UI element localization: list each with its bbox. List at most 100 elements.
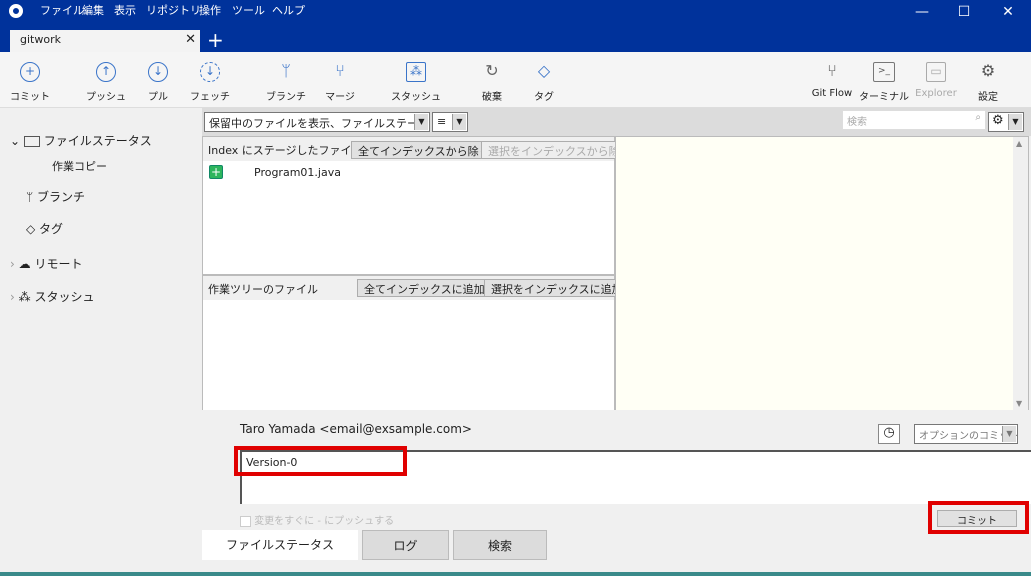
sourcetree-logo-icon	[9, 4, 23, 18]
working-title: 作業ツリーのファイル	[208, 283, 318, 296]
commit-button[interactable]: + コミット	[0, 62, 60, 103]
unstage-all-button[interactable]: 全てインデックスから除く	[351, 141, 497, 159]
menu-tools[interactable]: ツール	[232, 2, 265, 18]
working-files-pane: 作業ツリーのファイル 全てインデックスに追加 選択をインデックスに追加	[202, 275, 630, 411]
git-flow-button[interactable]: ⑂ Git Flow	[802, 62, 862, 99]
explorer-label: Explorer	[915, 88, 957, 99]
toolbar: + コミット ↑ プッシュ ↓ プル ↓ フェッチ ᛘ ブランチ ⑂ マージ ⁂ スタッシュ …	[0, 52, 1031, 108]
stash-icon: ⁂	[406, 62, 426, 82]
git-flow-label: Git Flow	[811, 88, 853, 99]
commit-options-select[interactable]: オプションのコミット ▼	[914, 424, 1018, 444]
chevron-down-icon: ▼	[1008, 114, 1022, 130]
fetch-icon: ↓	[200, 62, 220, 82]
push-icon: ↑	[96, 62, 116, 82]
gear-icon: ⚙	[992, 113, 1004, 128]
remote-label: リモート	[34, 257, 83, 271]
chevron-down-icon: ▼	[414, 114, 428, 130]
added-icon: +	[209, 165, 223, 179]
sidebar-item-working-copy[interactable]: 作業コピー	[52, 158, 107, 174]
fetch-button[interactable]: ↓ フェッチ	[180, 62, 240, 103]
stash-button[interactable]: ⁂ スタッシュ	[386, 62, 446, 103]
merge-icon: ⑂	[335, 61, 345, 80]
list-mode-select[interactable]: ≡ ▼	[432, 112, 468, 132]
discard-button[interactable]: ↻ 破棄	[462, 62, 522, 103]
terminal-button[interactable]: >_ ターミナル	[854, 62, 914, 103]
pull-button[interactable]: ↓ プル	[128, 62, 188, 103]
terminal-icon: >_	[873, 62, 895, 82]
push-immediately-label: 変更をすぐに - にプッシュする	[254, 516, 395, 527]
tab-file-status[interactable]: ファイルステータス	[202, 530, 358, 560]
tag-label: タグ	[534, 92, 554, 103]
options-gear-button[interactable]: ⚙ ▼	[988, 112, 1024, 132]
sidebar: ⌄ ファイルステータス 作業コピー ᛘ ブランチ ◇ タグ › ☁ リモート ›…	[0, 108, 200, 576]
branch-label: ブランチ	[266, 92, 306, 103]
view-mode-value: 保留中のファイルを表示、ファイルステータス順	[209, 117, 430, 130]
diff-pane: ▲ ▼	[615, 136, 1029, 411]
scrollbar[interactable]: ▲ ▼	[1013, 137, 1028, 410]
fetch-label: フェッチ	[190, 92, 230, 103]
window-close-button[interactable]: ✕	[998, 4, 1018, 20]
pull-label: プル	[148, 92, 168, 103]
file-status-label: ファイルステータス	[43, 134, 152, 148]
sidebar-item-file-status[interactable]: ⌄ ファイルステータス	[10, 132, 152, 149]
stash-label: スタッシュ	[34, 290, 95, 304]
explorer-button[interactable]: ▭ Explorer	[906, 62, 966, 99]
menu-file[interactable]: ファイル	[40, 2, 84, 18]
terminal-label: ターミナル	[859, 92, 909, 103]
search-input[interactable]: 検索 ⌕	[842, 110, 986, 130]
tab-search[interactable]: 検索	[453, 530, 547, 560]
branch-icon: ᛘ	[281, 61, 291, 80]
settings-button[interactable]: ⚙ 設定	[958, 62, 1018, 103]
sidebar-item-branch[interactable]: ᛘ ブランチ	[26, 188, 85, 205]
search-placeholder: 検索	[847, 117, 867, 128]
tab-gitwork[interactable]: gitwork ✕	[10, 30, 200, 52]
search-icon: ⌕	[975, 112, 981, 123]
tab-label: gitwork	[20, 33, 61, 46]
scroll-up-icon[interactable]: ▲	[1016, 139, 1022, 148]
push-button[interactable]: ↑ プッシュ	[76, 62, 136, 103]
stash-icon: ⁂	[18, 290, 35, 304]
commit-label: コミット	[10, 92, 50, 103]
monitor-icon	[23, 136, 40, 147]
file-name: Program01.java	[254, 166, 341, 179]
tab-log[interactable]: ログ	[362, 530, 449, 560]
list-icon: ≡	[437, 115, 447, 128]
branch-icon: ᛘ	[26, 190, 38, 204]
author-label: Taro Yamada <email@exsample.com>	[240, 422, 472, 436]
staged-files-pane: Index にステージしたファイル 全てインデックスから除く 選択をインデックス…	[202, 136, 638, 275]
view-mode-select[interactable]: 保留中のファイルを表示、ファイルステータス順 ▼	[204, 112, 430, 132]
highlight-commit	[928, 501, 1029, 534]
menu-help[interactable]: ヘルプ	[272, 2, 305, 18]
push-immediately-checkbox[interactable]: 変更をすぐに - にプッシュする	[240, 512, 394, 527]
commit-area: Taro Yamada <email@exsample.com> ◷ オプション…	[202, 410, 1031, 534]
tab-close-icon[interactable]: ✕	[185, 32, 196, 47]
menu-view[interactable]: 表示	[114, 2, 136, 18]
highlight-message	[234, 446, 407, 476]
git-flow-icon: ⑂	[827, 61, 837, 80]
pull-icon: ↓	[148, 62, 168, 82]
new-tab-button[interactable]: +	[207, 28, 224, 52]
menu-action[interactable]: 操作	[199, 2, 221, 18]
sidebar-item-stash[interactable]: › ⁂ スタッシュ	[10, 288, 94, 305]
stage-all-button[interactable]: 全てインデックスに追加	[357, 279, 492, 297]
stage-selected-button[interactable]: 選択をインデックスに追加	[484, 279, 630, 297]
file-row[interactable]: + Program01.java	[208, 165, 598, 181]
sidebar-item-tag[interactable]: ◇ タグ	[26, 220, 63, 237]
history-clock-icon[interactable]: ◷	[878, 424, 900, 444]
minimize-button[interactable]: —	[912, 4, 932, 20]
tag-icon: ◇	[537, 61, 551, 80]
title-bar: ファイル 編集 表示 リポジトリ 操作 ツール ヘルプ — ☐ ✕ gitwor…	[0, 0, 1031, 52]
push-label: プッシュ	[86, 92, 126, 103]
branch-button[interactable]: ᛘ ブランチ	[256, 62, 316, 103]
checkbox-icon	[240, 515, 251, 527]
chevron-right-icon: ›	[10, 257, 19, 271]
chevron-down-icon: ⌄	[10, 134, 24, 148]
maximize-button[interactable]: ☐	[954, 4, 974, 20]
merge-button[interactable]: ⑂ マージ	[310, 62, 370, 103]
tag-button[interactable]: ◇ タグ	[514, 62, 574, 103]
scroll-down-icon[interactable]: ▼	[1016, 399, 1022, 408]
menu-repository[interactable]: リポジトリ	[146, 2, 201, 18]
filter-bar: 保留中のファイルを表示、ファイルステータス順 ▼ ≡ ▼ 検索 ⌕ ⚙ ▼	[202, 108, 1031, 136]
sidebar-item-remote[interactable]: › ☁ リモート	[10, 255, 82, 272]
menu-edit[interactable]: 編集	[82, 2, 104, 18]
